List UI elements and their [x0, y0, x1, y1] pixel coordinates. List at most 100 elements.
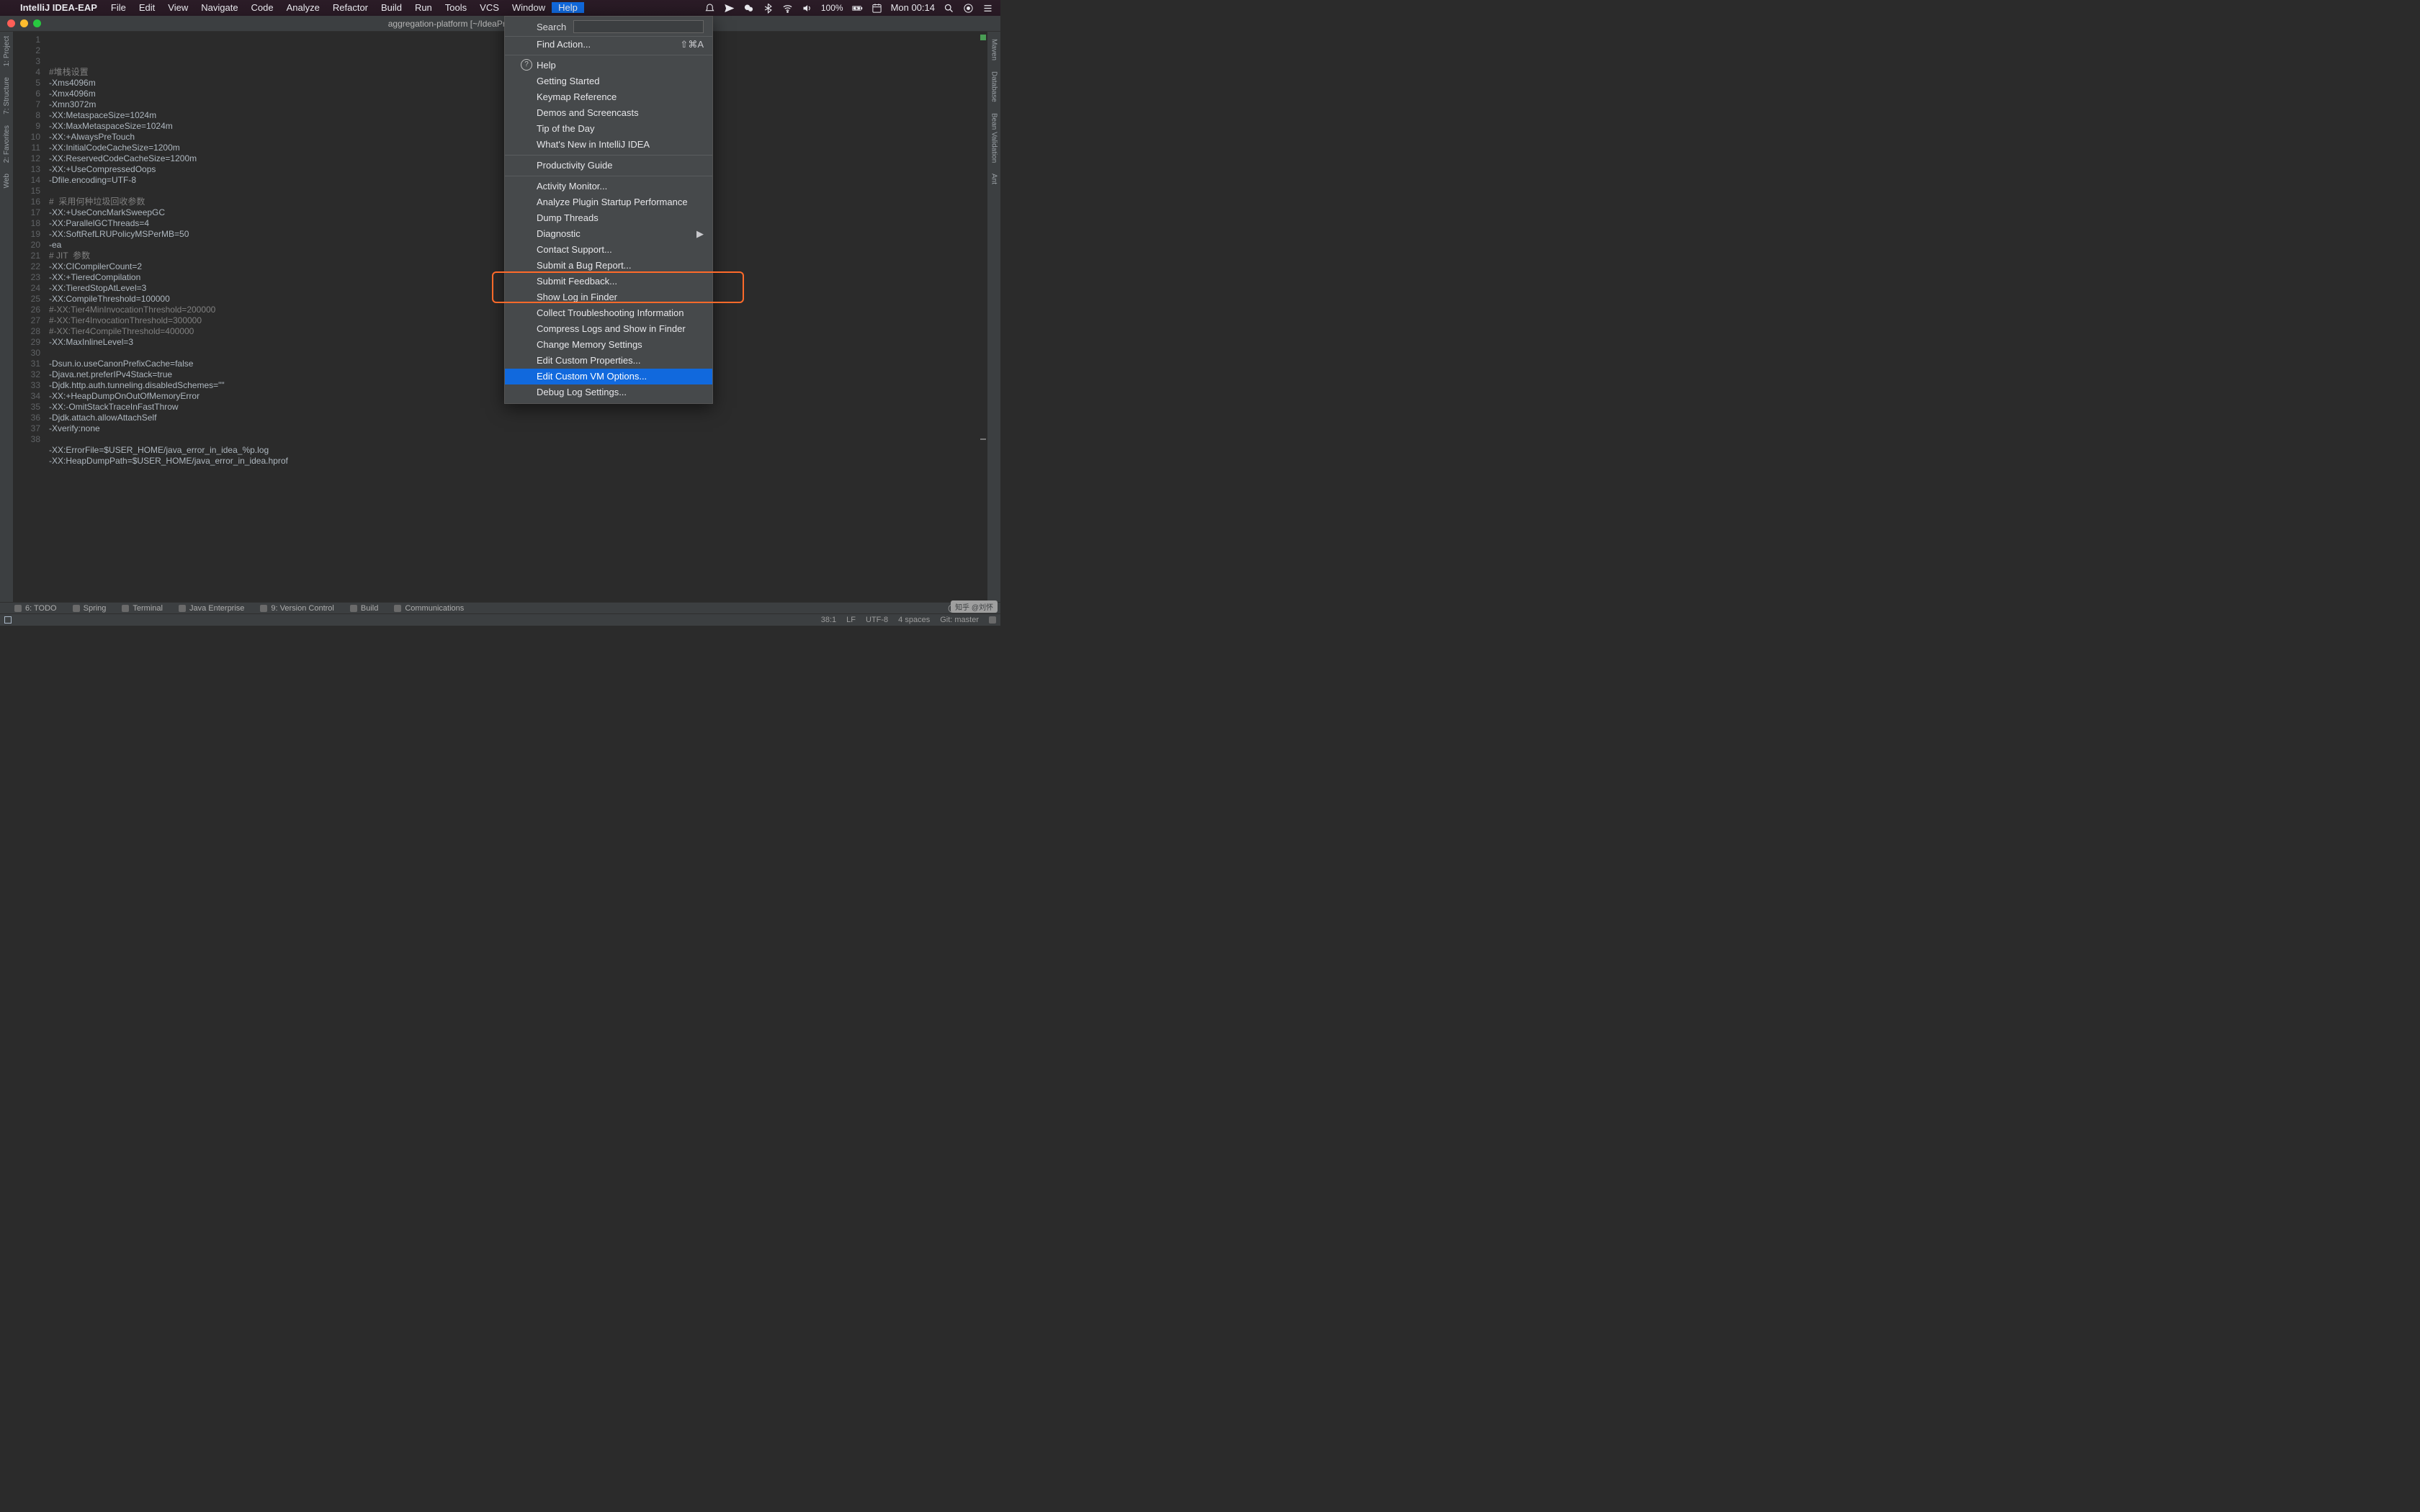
help-item-diagnostic[interactable]: Diagnostic▶ [505, 226, 712, 242]
code-line[interactable]: -Xverify:none [49, 423, 987, 434]
help-search-input[interactable] [573, 20, 704, 33]
code-line[interactable] [49, 467, 987, 477]
code-line[interactable] [49, 434, 987, 445]
help-item-submit-feedback-[interactable]: Submit Feedback... [505, 274, 712, 289]
window-title: aggregation-platform [~/IdeaProjects/kan… [48, 19, 957, 29]
file-encoding[interactable]: UTF-8 [866, 616, 888, 624]
menu-code[interactable]: Code [245, 2, 280, 13]
status-bar: 38:1 LF UTF-8 4 spaces Git: master [0, 613, 1000, 626]
menu-help[interactable]: Help [552, 2, 584, 13]
help-item-edit-custom-vm-options-[interactable]: Edit Custom VM Options... [505, 369, 712, 384]
right-gutter-database[interactable]: Database [990, 71, 998, 102]
analysis-ok-icon [980, 35, 986, 40]
help-item-analyze-plugin-startup-performance[interactable]: Analyze Plugin Startup Performance [505, 194, 712, 210]
menu-refactor[interactable]: Refactor [326, 2, 375, 13]
right-gutter-maven[interactable]: Maven [990, 39, 998, 60]
toolstrip-label: 9: Version Control [271, 604, 333, 613]
line-separator[interactable]: LF [846, 616, 856, 624]
help-item-debug-log-settings-[interactable]: Debug Log Settings... [505, 384, 712, 400]
siri-icon[interactable] [963, 3, 974, 14]
help-item-submit-a-bug-report-[interactable]: Submit a Bug Report... [505, 258, 712, 274]
notification-icon[interactable] [704, 3, 715, 14]
help-item-getting-started[interactable]: Getting Started [505, 73, 712, 89]
toolstrip-java-enterprise[interactable]: Java Enterprise [179, 604, 244, 613]
window-close-button[interactable] [7, 19, 15, 27]
tool-window-toggle-icon[interactable] [4, 616, 12, 624]
help-item-tip-of-the-day[interactable]: Tip of the Day [505, 121, 712, 137]
bluetooth-icon[interactable] [763, 3, 774, 14]
window-minimize-button[interactable] [20, 19, 28, 27]
help-item-demos-and-screencasts[interactable]: Demos and Screencasts [505, 105, 712, 121]
help-item-collect-troubleshooting-information[interactable]: Collect Troubleshooting Information [505, 305, 712, 321]
wifi-icon[interactable] [782, 3, 793, 14]
caret-position[interactable]: 38:1 [821, 616, 836, 624]
toolstrip-label: Terminal [133, 604, 163, 613]
code-editor[interactable]: 1234567891011121314151617181920212223242… [13, 32, 987, 602]
toolstrip-6-todo[interactable]: 6: TODO [14, 604, 57, 613]
help-item-what-s-new-in-intellij-idea[interactable]: What's New in IntelliJ IDEA [505, 137, 712, 153]
calendar-icon[interactable] [871, 3, 882, 14]
toolstrip-label: 6: TODO [25, 604, 57, 613]
help-item-activity-monitor-[interactable]: Activity Monitor... [505, 179, 712, 194]
analysis-eof-marker [980, 438, 986, 440]
right-gutter-ant[interactable]: Ant [990, 174, 998, 184]
toolstrip-label: Build [361, 604, 378, 613]
status-widget-icon[interactable] [989, 616, 996, 624]
left-gutter-1-project[interactable]: 1: Project [3, 36, 11, 66]
menu-analyze[interactable]: Analyze [280, 2, 326, 13]
help-item-edit-custom-properties-[interactable]: Edit Custom Properties... [505, 353, 712, 369]
toolstrip-label: Java Enterprise [189, 604, 244, 613]
menu-navigate[interactable]: Navigate [194, 2, 244, 13]
watermark: 知乎 @刘怀 [951, 600, 998, 613]
help-item-dump-threads[interactable]: Dump Threads [505, 210, 712, 226]
menu-file[interactable]: File [104, 2, 133, 13]
menu-build[interactable]: Build [375, 2, 408, 13]
toolstrip-label: Communications [405, 604, 464, 613]
help-item-help[interactable]: Help [505, 58, 712, 73]
menu-window[interactable]: Window [506, 2, 552, 13]
window-maximize-button[interactable] [33, 19, 41, 27]
macos-menubar: IntelliJ IDEA-EAP FileEditViewNavigateCo… [0, 0, 1000, 16]
help-item-change-memory-settings[interactable]: Change Memory Settings [505, 337, 712, 353]
menu-vcs[interactable]: VCS [473, 2, 506, 13]
code-line[interactable]: -XX:ErrorFile=$USER_HOME/java_error_in_i… [49, 445, 987, 456]
bottom-tool-strip: 6: TODO Spring Terminal Java Enterprise 9: V… [0, 602, 1000, 613]
left-gutter-7-structure[interactable]: 7: Structure [3, 77, 11, 114]
send-icon[interactable] [724, 3, 735, 14]
menu-separator [505, 155, 712, 156]
toolstrip-icon [122, 605, 129, 612]
menubar-clock[interactable]: Mon 00:14 [891, 0, 935, 16]
menu-run[interactable]: Run [408, 2, 439, 13]
app-name[interactable]: IntelliJ IDEA-EAP [13, 0, 104, 16]
left-gutter-2-favorites[interactable]: 2: Favorites [3, 125, 11, 163]
control-center-icon[interactable] [982, 3, 993, 14]
help-item-productivity-guide[interactable]: Productivity Guide [505, 158, 712, 174]
code-line[interactable]: -XX:HeapDumpPath=$USER_HOME/java_error_i… [49, 456, 987, 467]
wechat-icon[interactable] [743, 3, 754, 14]
menu-tools[interactable]: Tools [439, 2, 473, 13]
battery-icon[interactable] [852, 3, 863, 14]
menu-view[interactable]: View [161, 2, 194, 13]
indent-setting[interactable]: 4 spaces [898, 616, 930, 624]
toolstrip-spring[interactable]: Spring [73, 604, 107, 613]
toolstrip-label: Spring [84, 604, 107, 613]
left-gutter-web[interactable]: Web [3, 174, 11, 188]
toolstrip-9-version-control[interactable]: 9: Version Control [260, 604, 333, 613]
toolstrip-build[interactable]: Build [350, 604, 378, 613]
help-item-contact-support-[interactable]: Contact Support... [505, 242, 712, 258]
help-item-show-log-in-finder[interactable]: Show Log in Finder [505, 289, 712, 305]
git-branch[interactable]: Git: master [940, 616, 979, 624]
help-item-keymap-reference[interactable]: Keymap Reference [505, 89, 712, 105]
spotlight-icon[interactable] [944, 3, 954, 14]
right-gutter-bean-validation[interactable]: Bean Validation [990, 113, 998, 163]
help-item-find-action-[interactable]: Find Action...⇧⌘A [505, 37, 712, 53]
toolstrip-terminal[interactable]: Terminal [122, 604, 163, 613]
toolstrip-icon [14, 605, 22, 612]
line-number-gutter: 1234567891011121314151617181920212223242… [13, 32, 45, 602]
toolstrip-icon [350, 605, 357, 612]
menu-edit[interactable]: Edit [133, 2, 161, 13]
volume-icon[interactable] [802, 3, 812, 14]
code-line[interactable]: -Djdk.attach.allowAttachSelf [49, 413, 987, 423]
toolstrip-communications[interactable]: Communications [394, 604, 464, 613]
help-item-compress-logs-and-show-in-finder[interactable]: Compress Logs and Show in Finder [505, 321, 712, 337]
